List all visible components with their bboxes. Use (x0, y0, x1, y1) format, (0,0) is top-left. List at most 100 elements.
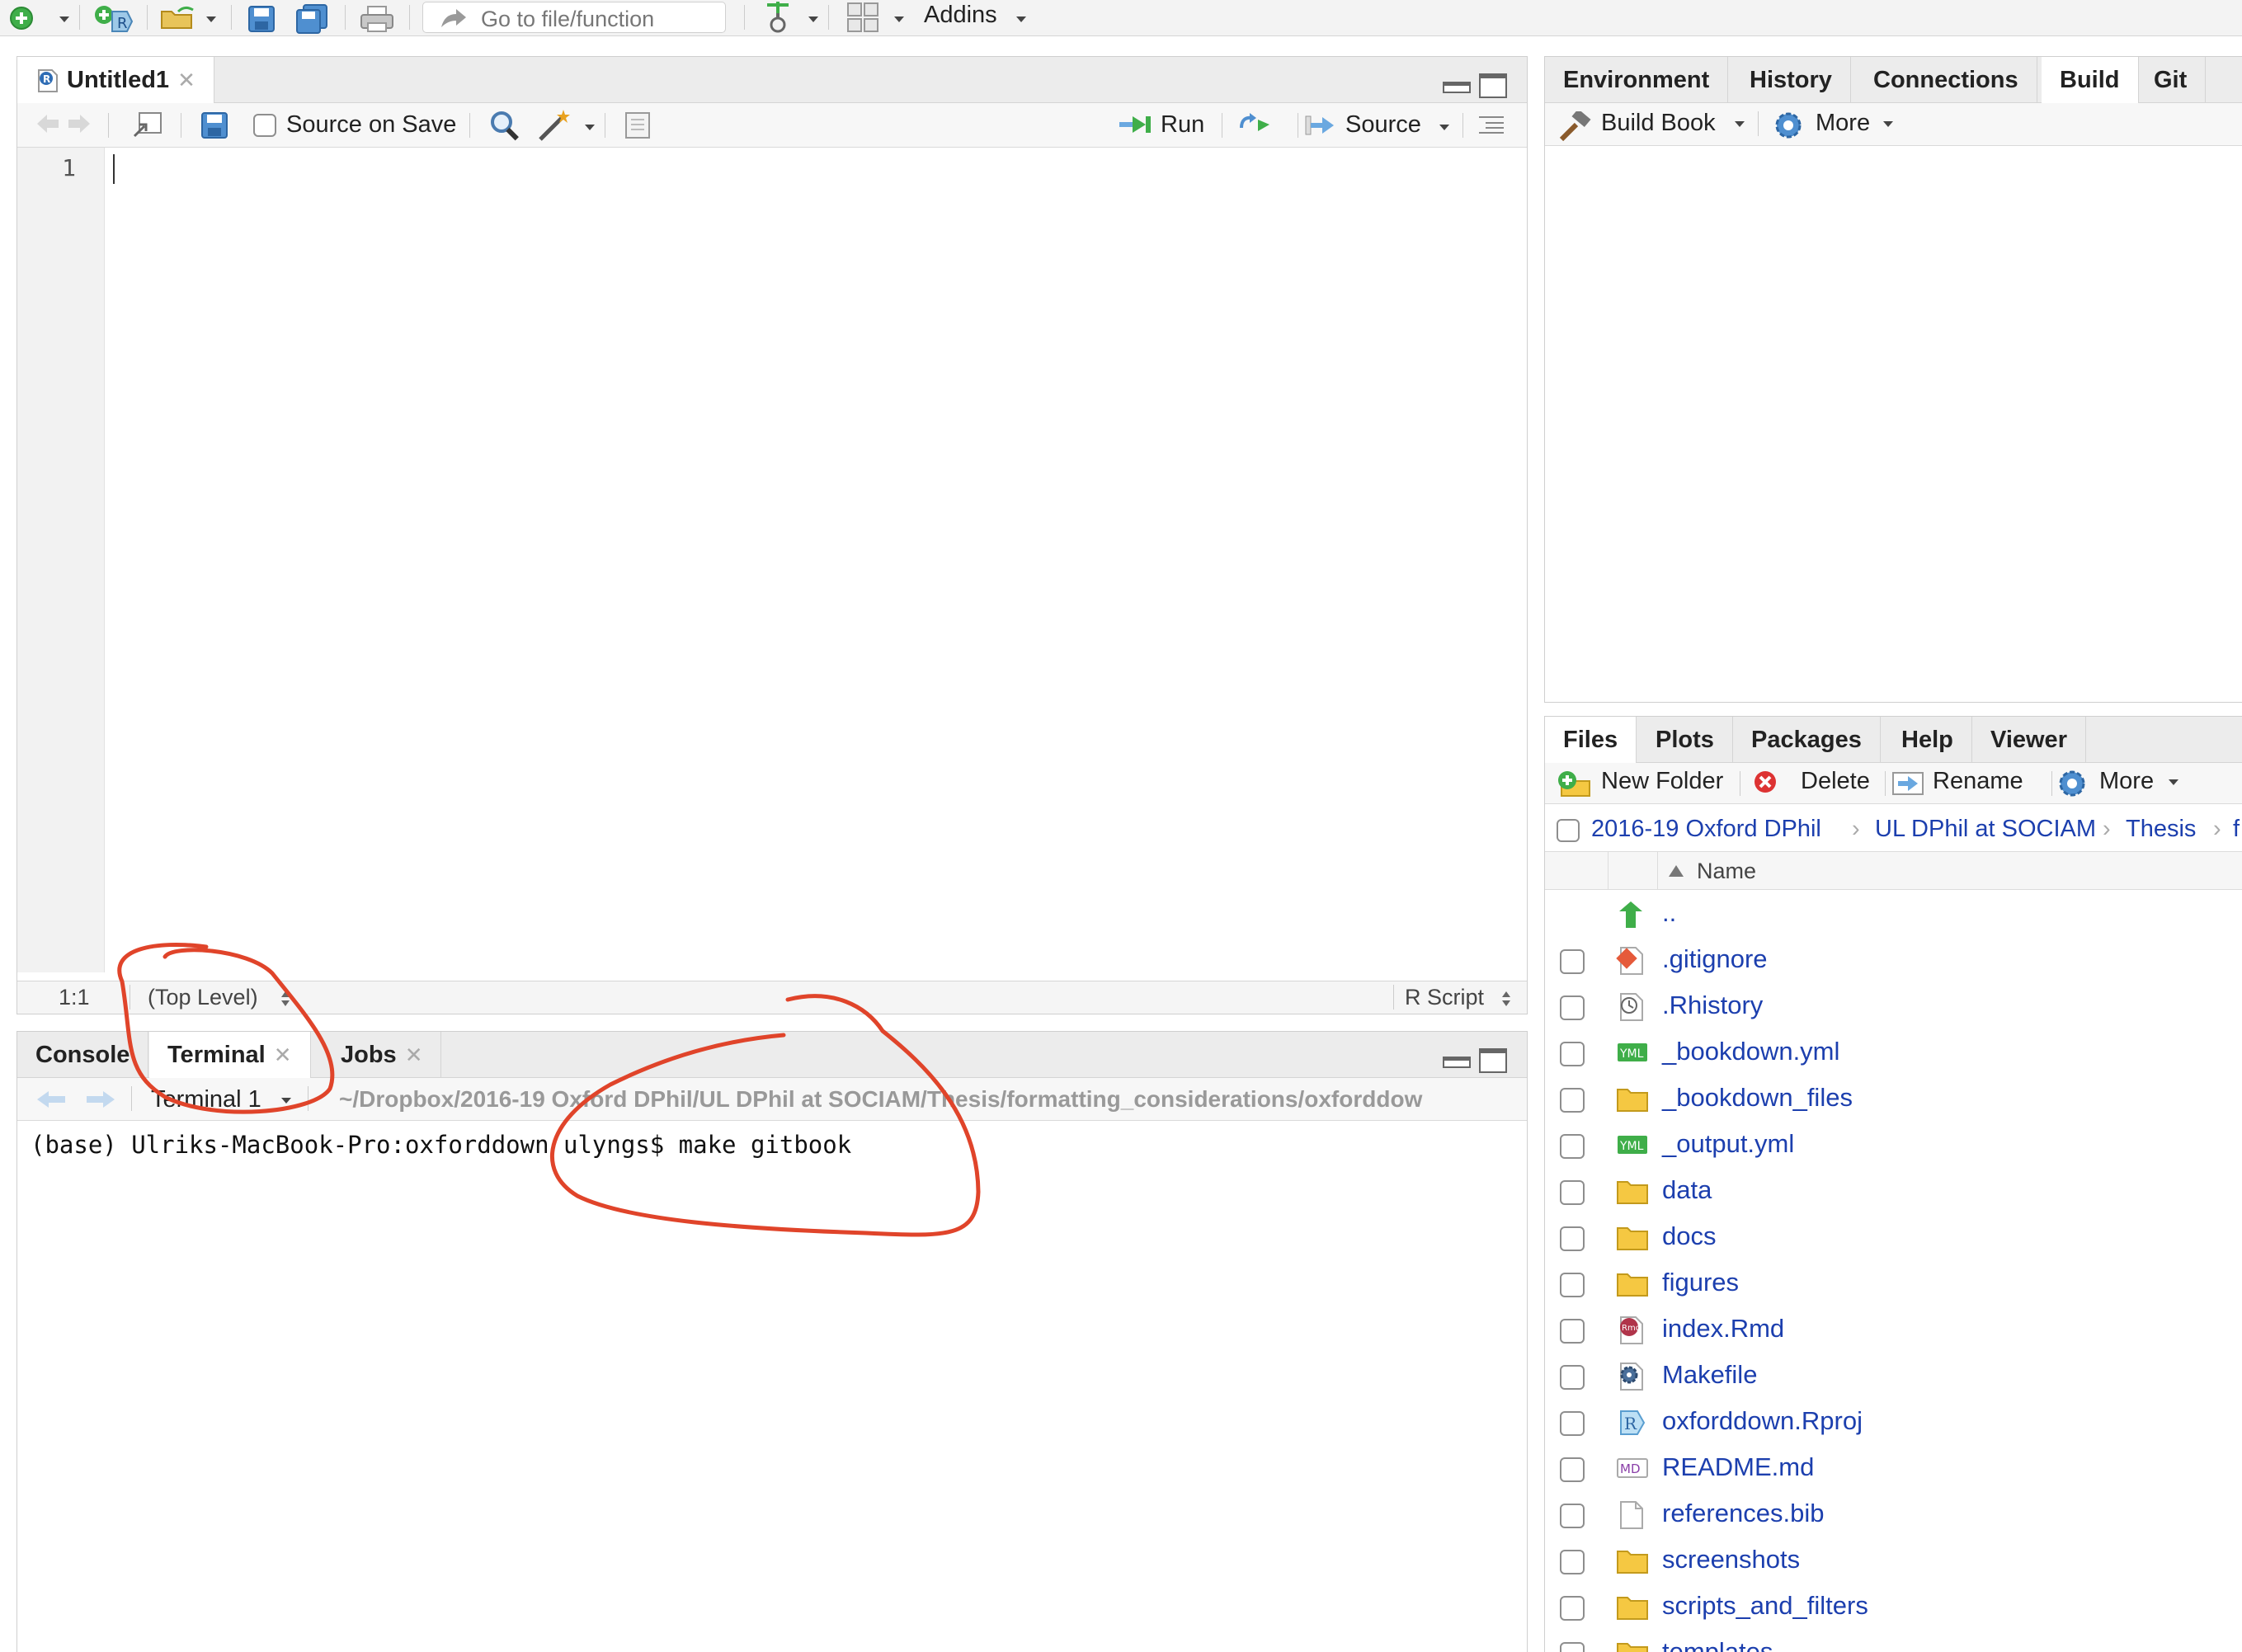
file-name-link[interactable]: _output.yml (1662, 1129, 1794, 1159)
file-name-link[interactable]: index.Rmd (1662, 1314, 1784, 1344)
save-icon[interactable] (247, 5, 276, 33)
chevron-down-icon[interactable] (206, 16, 216, 22)
file-row[interactable]: docs (1545, 1215, 2242, 1261)
file-checkbox[interactable] (1560, 1319, 1585, 1344)
file-row[interactable]: references.bib (1545, 1492, 2242, 1538)
file-row[interactable]: YML _output.yml (1545, 1123, 2242, 1169)
rename-button[interactable]: Rename (1933, 768, 2023, 795)
file-checkbox[interactable] (1560, 1134, 1585, 1159)
sort-ascending-icon[interactable] (1667, 864, 1685, 878)
previous-terminal-icon[interactable] (35, 1090, 67, 1109)
file-checkbox[interactable] (1560, 1642, 1585, 1652)
tab-connections[interactable]: Connections (1855, 57, 2037, 103)
rerun-icon[interactable] (1238, 113, 1276, 136)
forward-arrow-icon[interactable] (67, 113, 92, 134)
new-project-icon[interactable]: R (92, 3, 134, 35)
file-name-link[interactable]: screenshots (1662, 1545, 1800, 1574)
file-name-link[interactable]: references.bib (1662, 1499, 1824, 1528)
close-icon[interactable]: ✕ (274, 1043, 292, 1067)
file-checkbox[interactable] (1560, 1226, 1585, 1251)
magic-wand-icon[interactable] (537, 108, 573, 141)
compile-report-icon[interactable] (624, 111, 651, 139)
maximize-icon[interactable] (1479, 1048, 1507, 1073)
select-all-checkbox[interactable] (1557, 819, 1580, 842)
chevron-down-icon[interactable] (808, 16, 818, 22)
close-icon[interactable]: ✕ (177, 68, 195, 92)
maximize-icon[interactable] (1479, 73, 1507, 98)
breadcrumb-item[interactable]: f (2233, 816, 2240, 843)
file-name-link[interactable]: figures (1662, 1268, 1739, 1297)
run-arrow-icon[interactable] (1118, 115, 1154, 134)
tab-build[interactable]: Build (2042, 57, 2139, 104)
chevron-down-icon[interactable] (1016, 16, 1026, 22)
more-menu[interactable]: More (2099, 768, 2154, 795)
up-down-arrows-icon[interactable] (280, 990, 291, 1008)
file-checkbox[interactable] (1560, 1411, 1585, 1436)
tab-git[interactable]: Git (2136, 57, 2207, 103)
chevron-down-icon[interactable] (894, 16, 904, 22)
file-name-link[interactable]: templates (1662, 1637, 1773, 1652)
addins-menu[interactable]: Addins (924, 2, 997, 29)
file-checkbox[interactable] (1560, 1365, 1585, 1390)
outline-icon[interactable] (1477, 115, 1505, 134)
file-name-link[interactable]: README.md (1662, 1452, 1814, 1482)
file-row[interactable]: templates (1545, 1631, 2242, 1652)
close-icon[interactable]: ✕ (405, 1043, 423, 1067)
gear-icon[interactable] (2056, 768, 2088, 799)
tab-untitled1[interactable]: R Untitled1 ✕ (17, 57, 214, 104)
more-menu[interactable]: More (1816, 110, 1870, 137)
delete-button[interactable]: Delete (1801, 768, 1870, 795)
file-name-link[interactable]: _bookdown_files (1662, 1083, 1853, 1113)
file-row[interactable]: YML _bookdown.yml (1545, 1030, 2242, 1076)
chevron-down-icon[interactable] (1735, 121, 1745, 127)
file-row[interactable]: .Rhistory (1545, 984, 2242, 1030)
tab-packages[interactable]: Packages (1733, 717, 1881, 763)
file-checkbox[interactable] (1560, 1457, 1585, 1482)
tab-history[interactable]: History (1731, 57, 1851, 103)
tab-files[interactable]: Files (1545, 717, 1637, 764)
source-arrow-icon[interactable] (1304, 115, 1337, 136)
file-name-link[interactable]: docs (1662, 1221, 1716, 1251)
file-checkbox[interactable] (1560, 949, 1585, 974)
file-checkbox[interactable] (1560, 1273, 1585, 1297)
hammer-icon[interactable] (1558, 111, 1591, 141)
file-row[interactable]: screenshots (1545, 1538, 2242, 1584)
file-checkbox[interactable] (1560, 1180, 1585, 1205)
save-icon[interactable] (200, 111, 228, 139)
file-checkbox[interactable] (1560, 1504, 1585, 1528)
file-row[interactable]: data (1545, 1169, 2242, 1215)
parent-dir-row[interactable]: .. (1545, 892, 2242, 938)
file-checkbox[interactable] (1560, 1042, 1585, 1066)
tab-jobs[interactable]: Jobs ✕ (323, 1032, 442, 1078)
file-name-link[interactable]: .Rhistory (1662, 991, 1763, 1020)
file-checkbox[interactable] (1560, 995, 1585, 1020)
file-row[interactable]: .gitignore (1545, 938, 2242, 984)
chevron-down-icon[interactable] (1439, 125, 1449, 130)
file-row[interactable]: _bookdown_files (1545, 1076, 2242, 1123)
print-icon[interactable] (360, 5, 394, 33)
file-row[interactable]: figures (1545, 1261, 2242, 1307)
save-all-icon[interactable] (295, 3, 330, 35)
gear-icon[interactable] (1773, 110, 1804, 141)
file-checkbox[interactable] (1560, 1596, 1585, 1621)
next-terminal-icon[interactable] (85, 1090, 116, 1109)
source-button[interactable]: Source (1345, 111, 1421, 139)
file-row[interactable]: scripts_and_filters (1545, 1584, 2242, 1631)
source-on-save-checkbox[interactable] (253, 114, 276, 137)
file-row[interactable]: Rmd index.Rmd (1545, 1307, 2242, 1353)
goto-file-input[interactable]: Go to file/function (422, 2, 726, 33)
terminal-selector[interactable]: Terminal 1 (151, 1086, 261, 1113)
back-arrow-icon[interactable] (35, 113, 60, 134)
chevron-down-icon[interactable] (585, 125, 595, 130)
chevron-down-icon[interactable] (281, 1098, 291, 1104)
tab-plots[interactable]: Plots (1637, 717, 1733, 763)
file-row[interactable]: Makefile (1545, 1353, 2242, 1400)
search-icon[interactable] (489, 110, 520, 141)
new-folder-icon[interactable] (1557, 770, 1593, 798)
show-in-window-icon[interactable] (133, 111, 162, 138)
new-folder-button[interactable]: New Folder (1601, 768, 1723, 795)
file-checkbox[interactable] (1560, 1088, 1585, 1113)
parent-dir-link[interactable]: .. (1662, 898, 1676, 928)
file-name-link[interactable]: scripts_and_filters (1662, 1591, 1868, 1621)
tab-viewer[interactable]: Viewer (1972, 717, 2086, 763)
